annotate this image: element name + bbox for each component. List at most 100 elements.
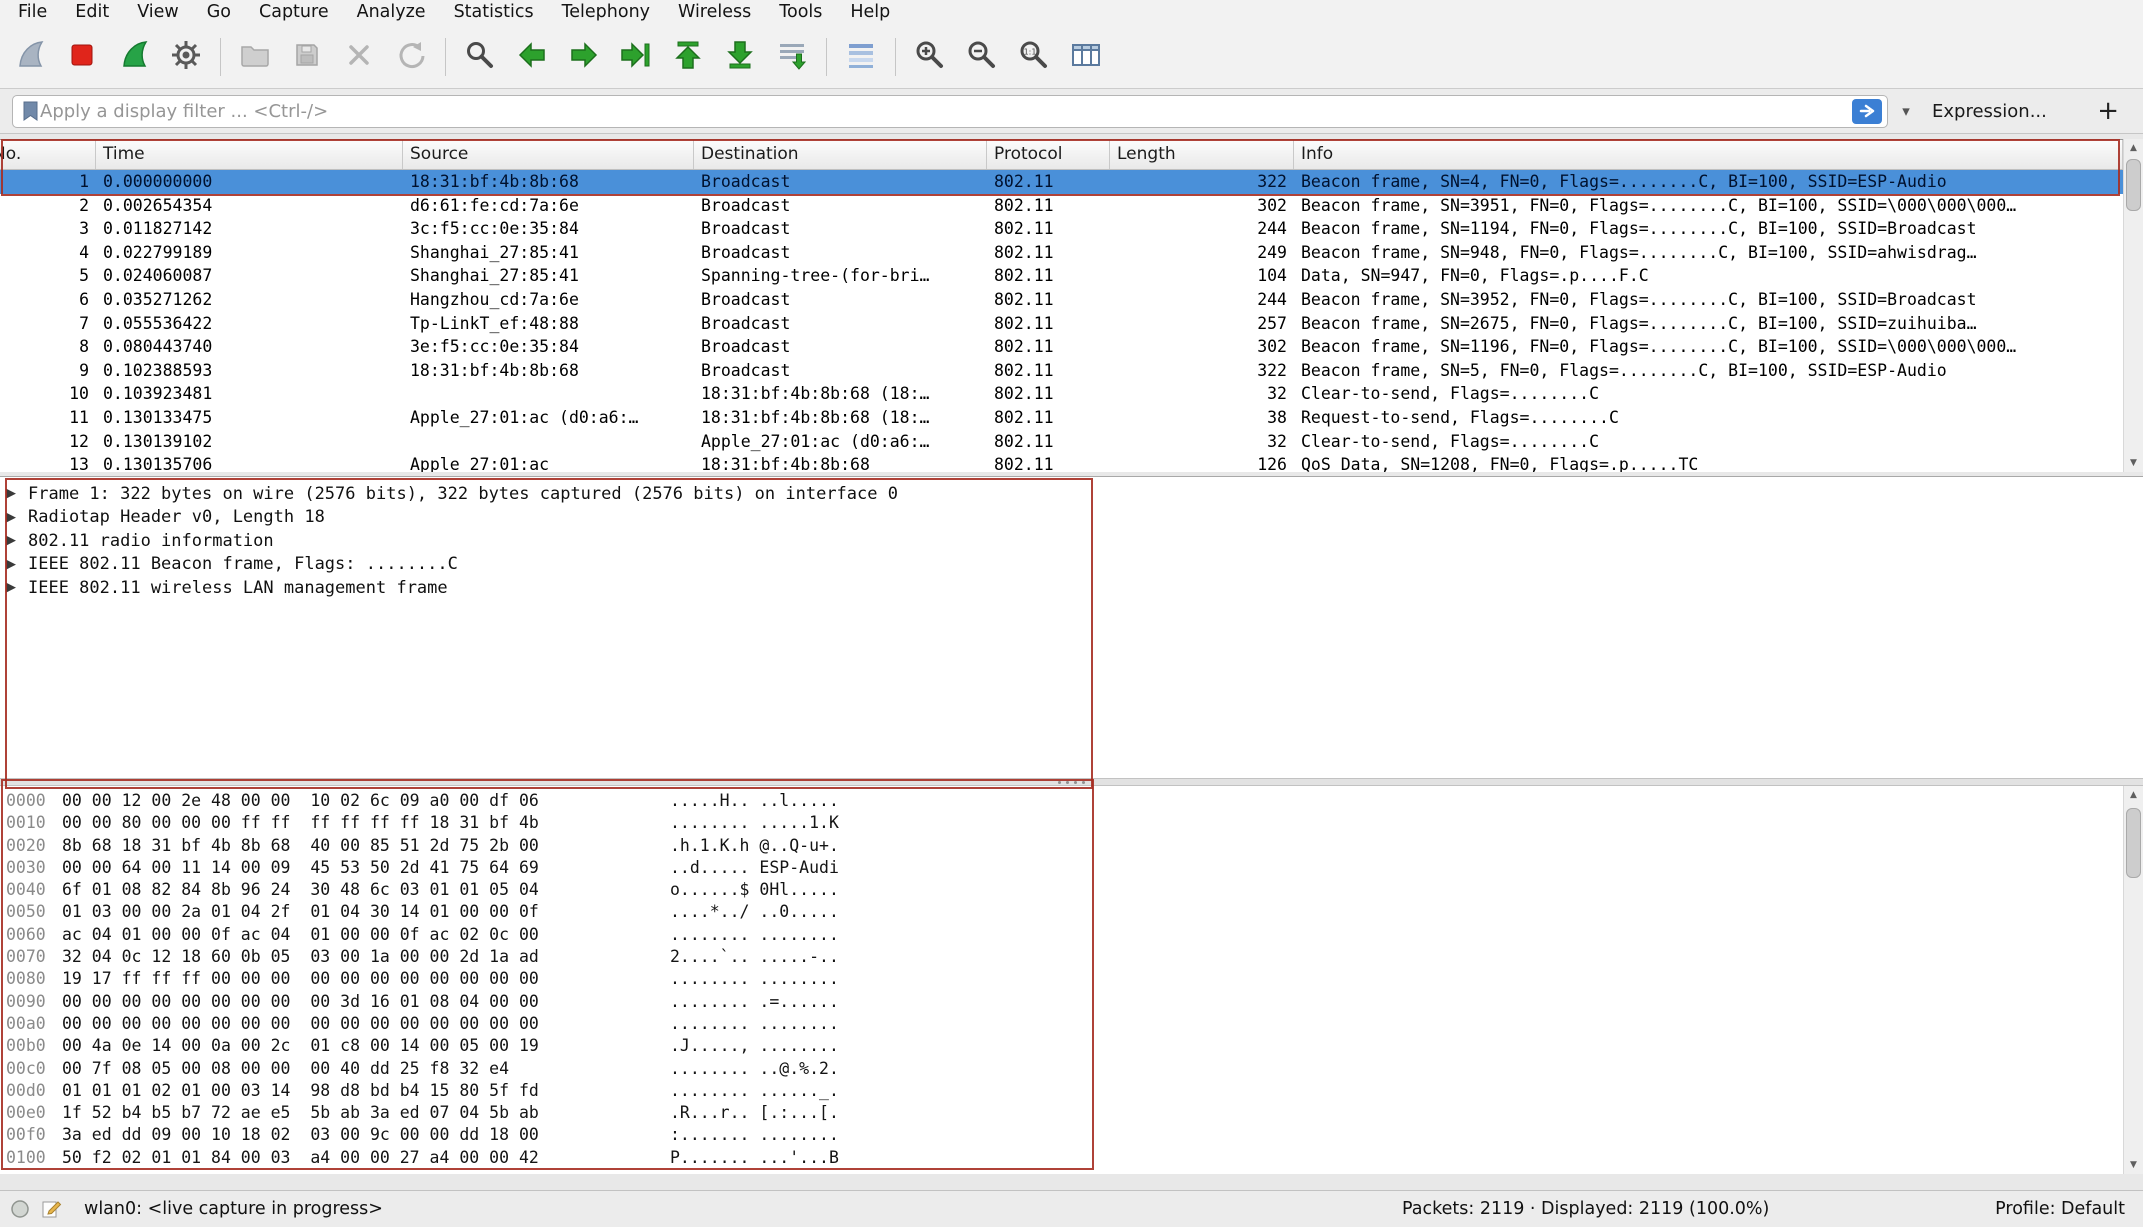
detail-row[interactable]: ▶IEEE 802.11 Beacon frame, Flags: ......… bbox=[0, 553, 2143, 577]
zoom-out-button[interactable] bbox=[956, 32, 1008, 82]
zoom-in-button[interactable] bbox=[904, 32, 956, 82]
expert-info-icon[interactable] bbox=[10, 1199, 30, 1219]
packet-row[interactable]: 110.130133475Apple_27:01:ac (d0:a6:…18:3… bbox=[0, 406, 2123, 430]
go-back-button[interactable] bbox=[506, 32, 558, 82]
menu-item-edit[interactable]: Edit bbox=[61, 1, 123, 25]
go-first-button[interactable] bbox=[662, 32, 714, 82]
colorize-button[interactable] bbox=[835, 32, 887, 82]
hex-bytes: 00 00 64 00 11 14 00 09 45 53 50 2d 41 7… bbox=[62, 857, 670, 879]
column-header-info[interactable]: Info bbox=[1294, 140, 2123, 169]
reload-icon bbox=[394, 38, 428, 76]
arrow-to-bar-icon bbox=[619, 38, 653, 76]
packet-cell: 0.011827142 bbox=[96, 217, 403, 241]
filter-history-caret[interactable]: ▾ bbox=[1894, 102, 1918, 120]
packet-row[interactable]: 10.00000000018:31:bf:4b:8b:68Broadcast80… bbox=[0, 170, 2123, 194]
packet-row[interactable]: 120.130139102Apple_27:01:ac (d0:a6:…802.… bbox=[0, 430, 2123, 454]
menu-item-wireless[interactable]: Wireless bbox=[664, 1, 765, 25]
expander-icon[interactable]: ▶ bbox=[6, 486, 28, 501]
packet-row[interactable]: 70.055536422Tp-LinkT_ef:48:88Broadcast80… bbox=[0, 312, 2123, 336]
detail-row[interactable]: ▶Radiotap Header v0, Length 18 bbox=[0, 506, 2143, 530]
menu-item-file[interactable]: File bbox=[4, 1, 61, 25]
scroll-down-arrow[interactable]: ▼ bbox=[2124, 1156, 2143, 1174]
scroll-down-arrow[interactable]: ▼ bbox=[2124, 454, 2143, 472]
toolbar-separator bbox=[826, 38, 827, 76]
column-header-protocol[interactable]: Protocol bbox=[987, 140, 1110, 169]
packet-row[interactable]: 40.022799189Shanghai_27:85:41Broadcast80… bbox=[0, 241, 2123, 265]
packet-cell: 802.11 bbox=[987, 288, 1110, 312]
restart-capture-button[interactable] bbox=[108, 32, 160, 82]
hex-ascii: P....... ...'...B bbox=[670, 1147, 839, 1169]
packet-row[interactable]: 130.130135706Apple_27:01:ac18:31:bf:4b:8… bbox=[0, 453, 2123, 472]
pane-splitter[interactable] bbox=[0, 778, 2143, 786]
menu-item-go[interactable]: Go bbox=[193, 1, 245, 25]
zoom-reset-button[interactable]: 1:1 bbox=[1008, 32, 1060, 82]
detail-row[interactable]: ▶IEEE 802.11 wireless LAN management fra… bbox=[0, 576, 2143, 600]
packet-cell: 7 bbox=[0, 312, 96, 336]
go-last-button[interactable] bbox=[714, 32, 766, 82]
scroll-up-arrow[interactable]: ▲ bbox=[2124, 786, 2143, 804]
go-to-packet-button[interactable] bbox=[610, 32, 662, 82]
packet-row[interactable]: 30.0118271423c:f5:cc:0e:35:84Broadcast80… bbox=[0, 217, 2123, 241]
hex-scrollbar[interactable]: ▲ ▼ bbox=[2123, 786, 2143, 1174]
menu-item-telephony[interactable]: Telephony bbox=[548, 1, 664, 25]
packet-row[interactable]: 100.10392348118:31:bf:4b:8b:68 (18:…802.… bbox=[0, 382, 2123, 406]
hex-offset: 0070 bbox=[0, 946, 62, 968]
menu-item-view[interactable]: View bbox=[123, 1, 193, 25]
expander-icon[interactable]: ▶ bbox=[6, 533, 28, 548]
detail-row[interactable]: ▶Frame 1: 322 bytes on wire (2576 bits),… bbox=[0, 482, 2143, 506]
hex-bytes: 19 17 ff ff ff 00 00 00 00 00 00 00 00 0… bbox=[62, 968, 670, 990]
profile-text[interactable]: Profile: Default bbox=[1995, 1199, 2125, 1219]
packet-row[interactable]: 50.024060087Shanghai_27:85:41Spanning-tr… bbox=[0, 264, 2123, 288]
menu-item-analyze[interactable]: Analyze bbox=[343, 1, 440, 25]
packet-cell: 802.11 bbox=[987, 264, 1110, 288]
menu-item-help[interactable]: Help bbox=[836, 1, 904, 25]
detail-row[interactable]: ▶802.11 radio information bbox=[0, 529, 2143, 553]
expression-button[interactable]: Expression... bbox=[1932, 101, 2047, 122]
column-header-source[interactable]: Source bbox=[403, 140, 694, 169]
menu-item-capture[interactable]: Capture bbox=[245, 1, 343, 25]
display-filter-input[interactable] bbox=[40, 101, 1852, 122]
close-file-button bbox=[333, 32, 385, 82]
packet-cell: Broadcast bbox=[694, 312, 987, 336]
filter-bookmark-icon[interactable] bbox=[21, 100, 40, 123]
packet-row[interactable]: 80.0804437403e:f5:cc:0e:35:84Broadcast80… bbox=[0, 335, 2123, 359]
packet-row[interactable]: 60.035271262Hangzhou_cd:7a:6eBroadcast80… bbox=[0, 288, 2123, 312]
packet-cell: Beacon frame, SN=1196, FN=0, Flags=.....… bbox=[1294, 335, 2123, 359]
auto-scroll-button[interactable] bbox=[766, 32, 818, 82]
packet-row[interactable]: 20.002654354d6:61:fe:cd:7a:6eBroadcast80… bbox=[0, 194, 2123, 218]
column-header-time[interactable]: Time bbox=[96, 140, 403, 169]
packet-cell: Broadcast bbox=[694, 288, 987, 312]
find-packet-button[interactable] bbox=[454, 32, 506, 82]
packet-row[interactable]: 90.10238859318:31:bf:4b:8b:68Broadcast80… bbox=[0, 359, 2123, 383]
hex-row: 008019 17 ff ff ff 00 00 00 00 00 00 00 … bbox=[0, 968, 2123, 990]
column-header-destination[interactable]: Destination bbox=[694, 140, 987, 169]
hex-row: 00d001 01 01 02 01 00 03 14 98 d8 bd b4 … bbox=[0, 1080, 2123, 1102]
expander-icon[interactable]: ▶ bbox=[6, 510, 28, 525]
hex-row: 003000 00 64 00 11 14 00 09 45 53 50 2d … bbox=[0, 857, 2123, 879]
apply-filter-button[interactable] bbox=[1852, 99, 1882, 124]
packet-cell: 1 bbox=[0, 170, 96, 194]
column-header-no[interactable]: No. bbox=[0, 140, 96, 169]
scroll-up-arrow[interactable]: ▲ bbox=[2124, 139, 2143, 157]
column-header-length[interactable]: Length bbox=[1110, 140, 1294, 169]
scrollbar-thumb[interactable] bbox=[2126, 159, 2141, 211]
packet-list-scrollbar[interactable]: ▲ ▼ bbox=[2123, 139, 2143, 472]
display-filter-field[interactable] bbox=[12, 95, 1888, 128]
hex-offset: 00e0 bbox=[0, 1102, 62, 1124]
hex-offset: 0090 bbox=[0, 991, 62, 1013]
capture-options-button[interactable] bbox=[160, 32, 212, 82]
hex-offset: 0030 bbox=[0, 857, 62, 879]
resize-columns-button[interactable] bbox=[1060, 32, 1112, 82]
menu-item-statistics[interactable]: Statistics bbox=[440, 1, 548, 25]
hex-bytes: 01 03 00 00 2a 01 04 2f 01 04 30 14 01 0… bbox=[62, 901, 670, 923]
menu-item-tools[interactable]: Tools bbox=[765, 1, 836, 25]
add-filter-button[interactable]: + bbox=[2097, 98, 2119, 124]
expander-icon[interactable]: ▶ bbox=[6, 580, 28, 595]
capture-comment-icon[interactable] bbox=[40, 1198, 62, 1220]
hex-row: 00e01f 52 b4 b5 b7 72 ae e5 5b ab 3a ed … bbox=[0, 1102, 2123, 1124]
scrollbar-thumb[interactable] bbox=[2126, 808, 2141, 878]
stop-capture-button[interactable] bbox=[56, 32, 108, 82]
expander-icon[interactable]: ▶ bbox=[6, 557, 28, 572]
go-forward-button[interactable] bbox=[558, 32, 610, 82]
packet-cell: 0.002654354 bbox=[96, 194, 403, 218]
